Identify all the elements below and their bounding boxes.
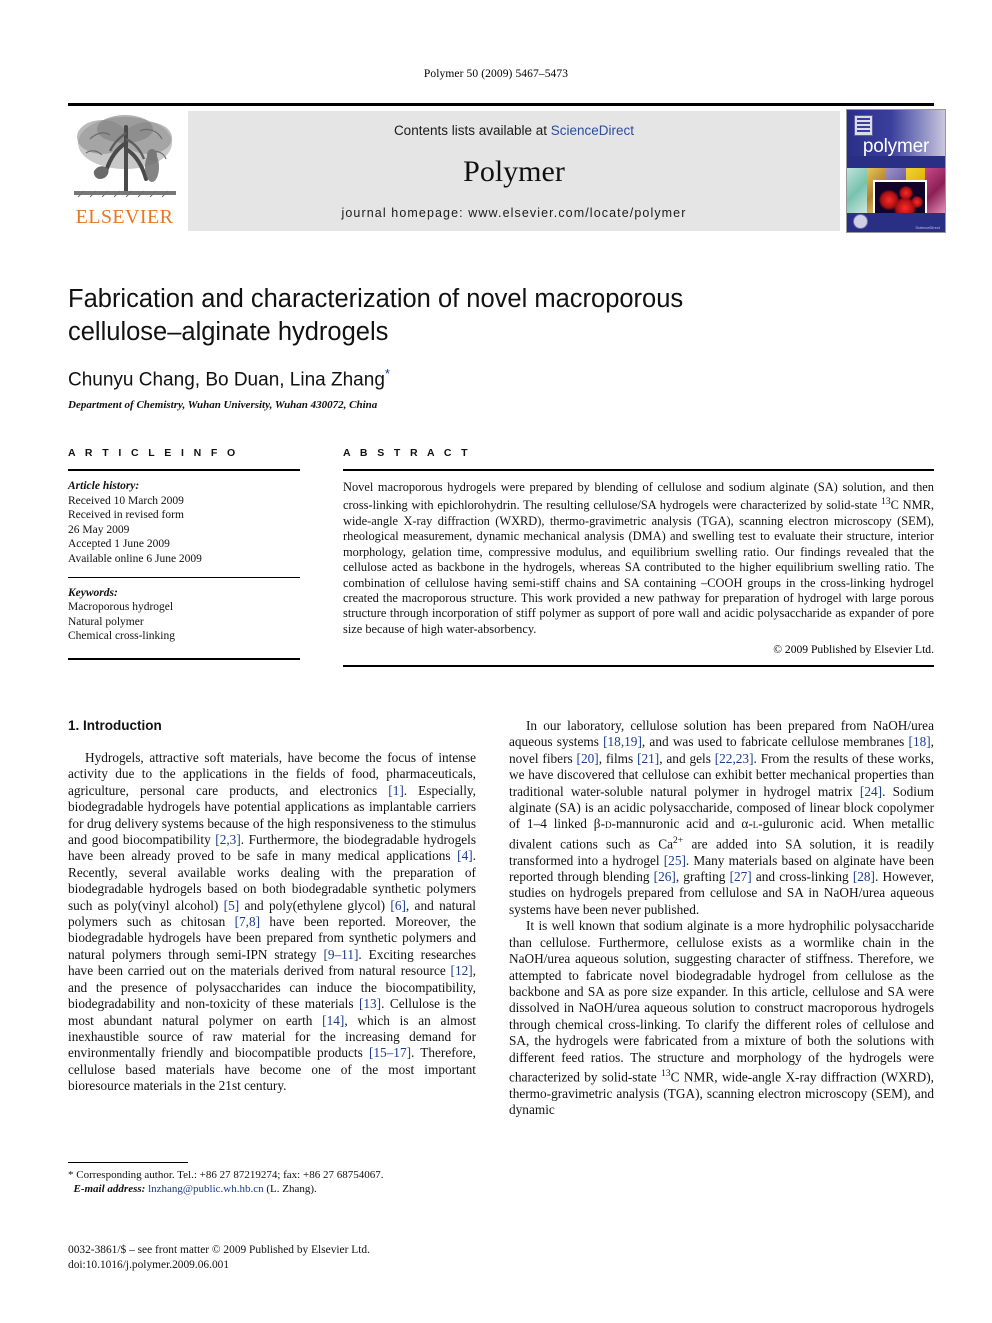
article-info-bottom-rule xyxy=(68,657,300,660)
author-list: Chunyu Chang, Bo Duan, Lina Zhang* xyxy=(68,366,934,391)
paper-page: Polymer 50 (2009) 5467–5473 ELSEVIER Con… xyxy=(0,0,992,1323)
page-title: Fabrication and characterization of nove… xyxy=(68,285,684,346)
body-column-left: 1. Introduction Hydrogels, attractive so… xyxy=(68,718,476,1095)
journal-homepage-link[interactable]: journal homepage: www.elsevier.com/locat… xyxy=(188,206,840,220)
contents-line: Contents lists available at ScienceDirec… xyxy=(188,123,840,138)
cover-emblem-icon xyxy=(854,115,873,136)
history-item: 26 May 2009 xyxy=(68,523,130,536)
publisher-imprint: 0032-3861/$ – see front matter © 2009 Pu… xyxy=(68,1243,498,1272)
imprint-doi-line: doi:10.1016/j.polymer.2009.06.001 xyxy=(68,1258,230,1271)
history-item: Received 10 March 2009 xyxy=(68,494,184,507)
keyword-item: Natural polymer xyxy=(68,615,144,628)
author-names: Chunyu Chang, Bo Duan, Lina Zhang xyxy=(68,369,385,391)
title-block: Fabrication and characterization of nove… xyxy=(68,283,934,411)
footnote-rule xyxy=(68,1162,188,1163)
body-column-right: In our laboratory, cellulose solution ha… xyxy=(509,718,934,1119)
footnote-corresponding-line: * Corresponding author. Tel.: +86 27 872… xyxy=(68,1169,384,1181)
email-label: E-mail address: xyxy=(73,1183,146,1195)
sciencedirect-panel: Contents lists available at ScienceDirec… xyxy=(188,111,840,231)
article-history-label: Article history: xyxy=(68,480,140,492)
article-info-heading: A R T I C L E I N F O xyxy=(68,447,239,459)
corresponding-author-footnote: * Corresponding author. Tel.: +86 27 872… xyxy=(68,1162,476,1196)
history-item: Accepted 1 June 2009 xyxy=(68,538,170,551)
keyword-item: Macroporous hydrogel xyxy=(68,601,174,614)
footnote-email-line: E-mail address: lnzhang@public.wh.hb.cn … xyxy=(68,1182,476,1196)
masthead-top-rule xyxy=(68,103,934,106)
keywords-label: Keywords: xyxy=(68,586,118,599)
history-item: Available online 6 June 2009 xyxy=(68,552,202,565)
journal-masthead: ELSEVIER Contents lists available at Sci… xyxy=(68,103,946,233)
cover-wordmark: polymer xyxy=(862,136,930,157)
imprint-issn-line: 0032-3861/$ – see front matter © 2009 Pu… xyxy=(68,1244,370,1256)
section-heading-introduction: 1. Introduction xyxy=(68,718,162,733)
email-link[interactable]: lnzhang@public.wh.hb.cn xyxy=(148,1183,264,1195)
abstract-copyright: © 2009 Published by Elsevier Ltd. xyxy=(773,643,934,657)
abstract-column: A B S T R A C T Novel macroporous hydrog… xyxy=(343,447,934,668)
keyword-item: Chemical cross-linking xyxy=(68,630,175,643)
running-head: Polymer 50 (2009) 5467–5473 xyxy=(423,68,569,80)
article-history: Article history: Received 10 March 2009 … xyxy=(68,471,300,567)
affiliation: Department of Chemistry, Wuhan Universit… xyxy=(68,399,378,412)
intro-paragraph-1: Hydrogels, attractive soft materials, ha… xyxy=(68,750,477,1094)
cover-footer-text: ScienceDirect xyxy=(915,225,940,230)
sciencedirect-link[interactable]: ScienceDirect xyxy=(551,123,634,138)
journal-title: Polymer xyxy=(463,155,565,188)
elsevier-tree-icon xyxy=(70,109,180,205)
cover-badge-icon xyxy=(853,214,868,229)
history-item: Received in revised form xyxy=(68,509,184,522)
right-paragraph-1: In our laboratory, cellulose solution ha… xyxy=(509,718,934,917)
corresponding-author-marker: * xyxy=(384,366,390,381)
journal-cover-thumbnail: polymer ScienceDirect xyxy=(846,109,946,233)
elsevier-logo: ELSEVIER xyxy=(68,109,181,231)
contents-prefix: Contents lists available at xyxy=(393,123,551,138)
elsevier-wordmark: ELSEVIER xyxy=(75,206,174,228)
email-suffix: (L. Zhang). xyxy=(266,1183,317,1195)
right-paragraph-2: It is well known that sodium alginate is… xyxy=(509,918,935,1118)
abstract-bottom-rule xyxy=(343,665,934,668)
abstract-text: Novel macroporous hydrogels were prepare… xyxy=(343,480,934,636)
article-info-column: A R T I C L E I N F O Article history: R… xyxy=(68,447,300,660)
cover-footer: ScienceDirect xyxy=(847,213,945,232)
keywords-block: Keywords: Macroporous hydrogel Natural p… xyxy=(68,578,300,644)
abstract-heading: A B S T R A C T xyxy=(343,447,471,459)
